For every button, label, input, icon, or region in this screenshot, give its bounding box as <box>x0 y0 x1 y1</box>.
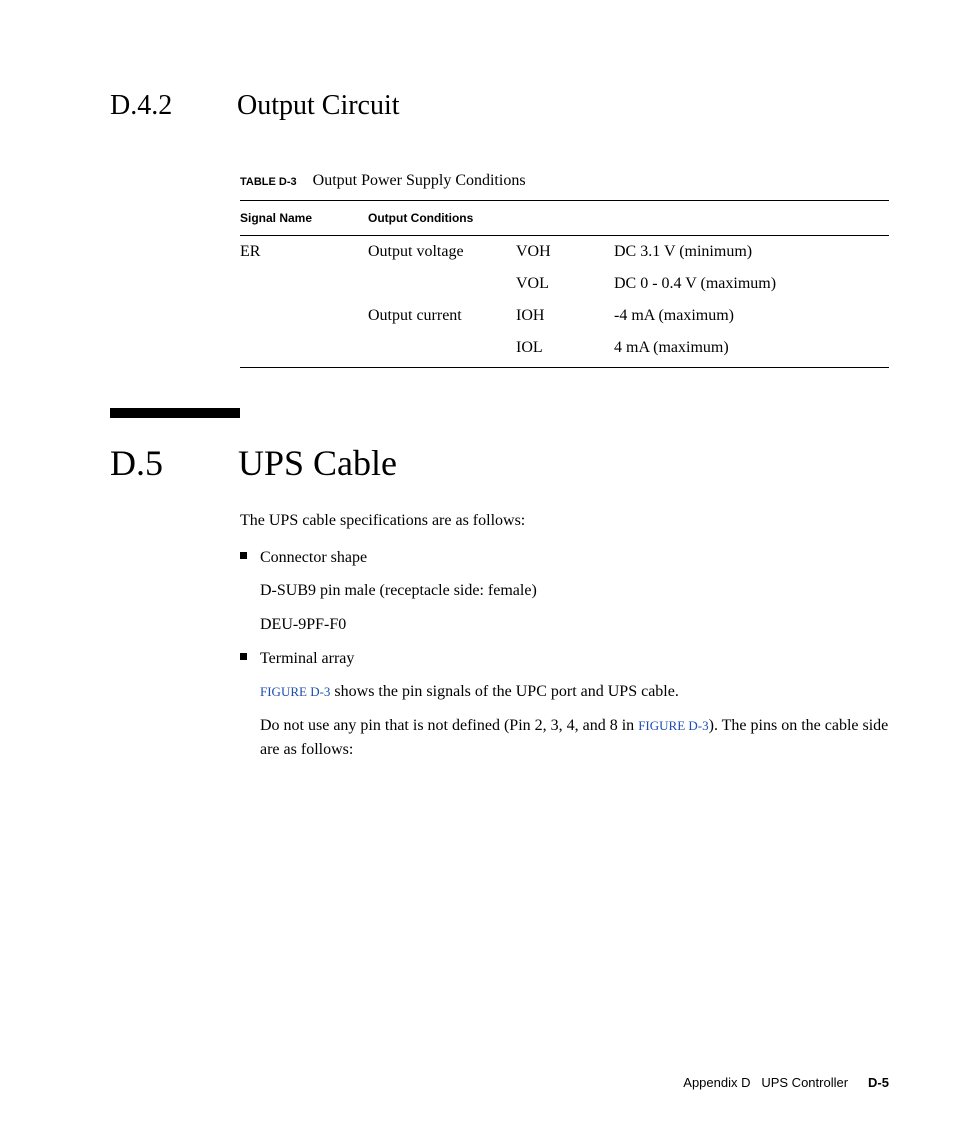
list-item-detail: D-SUB9 pin male (receptacle side: female… <box>260 579 889 603</box>
cell-symbol: IOL <box>516 332 614 368</box>
table-caption: TABLE D-3 Output Power Supply Conditions <box>240 172 889 190</box>
subsection-number: D.4.2 <box>110 90 237 122</box>
cell-value: DC 0 - 0.4 V (maximum) <box>614 268 889 300</box>
section-title: UPS Cable <box>238 442 397 484</box>
list-item: Connector shape <box>240 546 889 569</box>
table-caption-label: TABLE D-3 <box>240 176 297 188</box>
cell-condition: Output voltage <box>368 236 516 269</box>
page-footer: Appendix D UPS Controller D-5 <box>683 1075 889 1090</box>
cell-condition <box>368 268 516 300</box>
subsection-heading: D.4.2 Output Circuit <box>110 90 889 122</box>
table-row: ER Output voltage VOH DC 3.1 V (minimum) <box>240 236 889 269</box>
cell-condition <box>368 332 516 368</box>
list-item-detail: Do not use any pin that is not defined (… <box>260 714 889 762</box>
cell-value: 4 mA (maximum) <box>614 332 889 368</box>
intro-paragraph: The UPS cable specifications are as foll… <box>240 510 889 532</box>
table-row: IOL 4 mA (maximum) <box>240 332 889 368</box>
table-row: VOL DC 0 - 0.4 V (maximum) <box>240 268 889 300</box>
figure-reference-link[interactable]: FIGURE D-3 <box>260 684 330 699</box>
footer-page-number: D-5 <box>868 1075 889 1090</box>
cell-signal <box>240 268 368 300</box>
footer-appendix: Appendix D <box>683 1075 750 1090</box>
text-fragment: shows the pin signals of the UPC port an… <box>330 683 678 700</box>
cell-symbol: VOL <box>516 268 614 300</box>
section-divider <box>110 408 240 418</box>
section-heading: D.5 UPS Cable <box>110 442 889 484</box>
table-caption-text: Output Power Supply Conditions <box>313 172 526 189</box>
list-item-label: Terminal array <box>260 650 354 667</box>
cell-value: DC 3.1 V (minimum) <box>614 236 889 269</box>
cell-symbol: IOH <box>516 300 614 332</box>
cell-condition: Output current <box>368 300 516 332</box>
section-number: D.5 <box>110 442 238 484</box>
list-item-detail: DEU-9PF-F0 <box>260 613 889 637</box>
text-fragment: Do not use any pin that is not defined (… <box>260 717 638 734</box>
cell-value: -4 mA (maximum) <box>614 300 889 332</box>
table-header-signal: Signal Name <box>240 201 368 236</box>
list-item-detail: FIGURE D-3 shows the pin signals of the … <box>260 680 889 704</box>
bullet-icon <box>240 653 247 660</box>
list-item-label: Connector shape <box>260 549 367 566</box>
bullet-icon <box>240 552 247 559</box>
footer-title: UPS Controller <box>761 1075 848 1090</box>
subsection-title: Output Circuit <box>237 90 400 122</box>
cell-signal <box>240 300 368 332</box>
cell-symbol: VOH <box>516 236 614 269</box>
table-d3: Signal Name Output Conditions ER Output … <box>240 200 889 368</box>
cell-signal: ER <box>240 236 368 269</box>
figure-reference-link[interactable]: FIGURE D-3 <box>638 718 708 733</box>
cell-signal <box>240 332 368 368</box>
list-item: Terminal array <box>240 647 889 670</box>
table-row: Output current IOH -4 mA (maximum) <box>240 300 889 332</box>
table-header-conditions: Output Conditions <box>368 201 889 236</box>
